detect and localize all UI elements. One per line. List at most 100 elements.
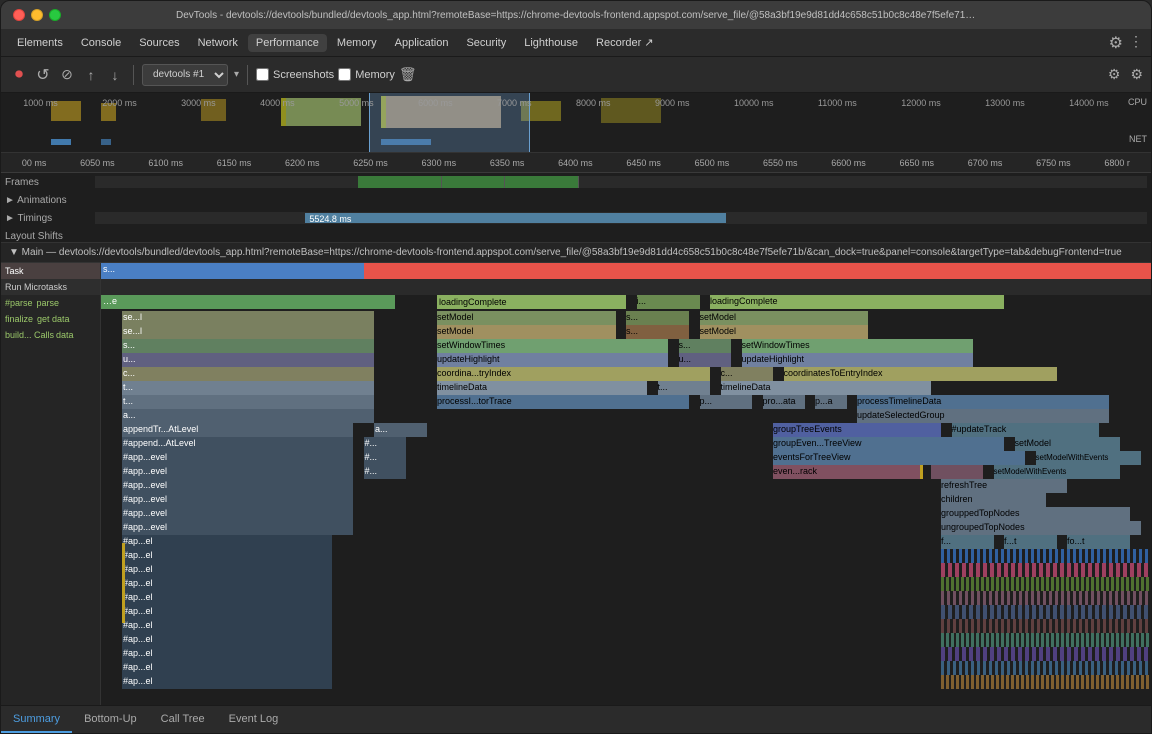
clear-button[interactable]: ⊘: [57, 65, 77, 85]
overview-bar[interactable]: CPU NET 1000 ms 2000 ms 3000 ms 4000 ms …: [1, 93, 1151, 153]
app3-bar[interactable]: #app...evel: [122, 479, 353, 493]
refreshtree-bar[interactable]: refreshTree: [941, 479, 1067, 493]
download-button[interactable]: ↓: [105, 65, 125, 85]
reload-button[interactable]: ↺: [33, 65, 53, 85]
i-bar[interactable]: i...: [637, 295, 700, 309]
loading-complete-bar[interactable]: loadingComplete: [437, 295, 626, 309]
record-button[interactable]: ⏺: [9, 65, 29, 85]
ap-el-1[interactable]: #ap...el: [122, 535, 332, 549]
app4-bar[interactable]: #app...evel: [122, 493, 353, 507]
yellow-bar[interactable]: [931, 465, 984, 479]
setmodelwith1[interactable]: setModelWithEvents: [1036, 451, 1141, 465]
setmodel-label-3[interactable]: setModel: [437, 325, 616, 339]
setmodel-label-4[interactable]: setModel: [700, 325, 868, 339]
setmodel-2[interactable]: se...l: [122, 325, 374, 339]
settings-icon[interactable]: ⚙: [1109, 33, 1123, 53]
setmodel-1[interactable]: se...l: [122, 311, 374, 325]
process-label-1[interactable]: processI...torTrace: [437, 395, 689, 409]
p-bar[interactable]: p...: [700, 395, 753, 409]
flame-chart[interactable]: Task Run Microtasks #parse parse finaliz…: [1, 263, 1151, 705]
process-1[interactable]: t...: [122, 395, 374, 409]
menu-console[interactable]: Console: [73, 34, 129, 52]
memory-checkbox[interactable]: [338, 68, 351, 81]
coordina-label-1[interactable]: coordina...tryIndex: [437, 367, 710, 381]
fo-bar-2[interactable]: f...t: [1004, 535, 1057, 549]
a-bar-2[interactable]: a...: [374, 423, 427, 437]
updatehighlight-label-1[interactable]: updateHighlight: [437, 353, 668, 367]
fo-bar-1[interactable]: f...: [941, 535, 994, 549]
menu-security[interactable]: Security: [458, 34, 514, 52]
hash3-bar[interactable]: #...: [364, 465, 406, 479]
menu-application[interactable]: Application: [387, 34, 457, 52]
s-bar-3[interactable]: s...: [679, 339, 732, 353]
children-bar[interactable]: children: [941, 493, 1046, 507]
app2-bar[interactable]: #app...evel: [122, 465, 353, 479]
setmodel3-bar[interactable]: setModel: [1015, 437, 1120, 451]
pro-bar[interactable]: pro...ata: [763, 395, 805, 409]
ap-el-4[interactable]: #ap...el: [122, 577, 332, 591]
fo-bar-3[interactable]: fo...t: [1067, 535, 1130, 549]
c-bar[interactable]: c...: [721, 367, 774, 381]
app1-bar[interactable]: #app...evel: [122, 451, 353, 465]
hash2-bar[interactable]: #...: [364, 451, 406, 465]
tab-bottom-up[interactable]: Bottom-Up: [72, 706, 149, 733]
device-selector[interactable]: devtools #1: [142, 64, 228, 86]
loading-bar[interactable]: s...: [101, 263, 364, 279]
ungrouped-bar[interactable]: ungroupedTopNodes: [941, 521, 1141, 535]
coordina-label-2[interactable]: coordinatesToEntryIndex: [784, 367, 1057, 381]
app5-bar[interactable]: #app...evel: [122, 507, 353, 521]
gear-icon[interactable]: ⚙: [1108, 66, 1121, 83]
menu-elements[interactable]: Elements: [9, 34, 71, 52]
menu-recorder[interactable]: Recorder ↗: [588, 33, 662, 52]
updatehighlight-label-2[interactable]: updateHighlight: [742, 353, 973, 367]
updatehighlight-1[interactable]: u...: [122, 353, 374, 367]
setwindowtimes-label-1[interactable]: setWindowTimes: [437, 339, 668, 353]
coordina-1[interactable]: c...: [122, 367, 374, 381]
setmodelwith2[interactable]: setModelWithEvents: [994, 465, 1120, 479]
minimize-button[interactable]: [31, 9, 43, 21]
maximize-button[interactable]: [49, 9, 61, 21]
process-label-2[interactable]: processTimelineData: [857, 395, 1109, 409]
ap-el-9[interactable]: #ap...el: [122, 647, 332, 661]
append-bar[interactable]: #append...AtLevel: [122, 437, 353, 451]
trash-icon[interactable]: 🗑: [399, 66, 417, 83]
tab-summary[interactable]: Summary: [1, 706, 72, 733]
menu-memory[interactable]: Memory: [329, 34, 385, 52]
timeline-label-2[interactable]: timelineData: [721, 381, 931, 395]
timeline-label-1[interactable]: timelineData: [437, 381, 647, 395]
settings2-icon[interactable]: ⚙: [1130, 66, 1143, 83]
hash-bar[interactable]: #...: [364, 437, 406, 451]
menu-sources[interactable]: Sources: [131, 34, 187, 52]
setwindowtimes-1[interactable]: s...: [122, 339, 374, 353]
timeline-1[interactable]: t...: [122, 381, 374, 395]
setwindowtimes-label-2[interactable]: setWindowTimes: [742, 339, 973, 353]
app6-bar[interactable]: #app...evel: [122, 521, 353, 535]
u-bar[interactable]: u...: [679, 353, 732, 367]
menu-network[interactable]: Network: [190, 34, 246, 52]
setmodel-label-2[interactable]: setModel: [700, 311, 868, 325]
groupeven-bar[interactable]: groupEven...TreeView: [773, 437, 1004, 451]
grouptree-bar[interactable]: groupTreeEvents: [773, 423, 941, 437]
ap-el-7[interactable]: #ap...el: [122, 619, 332, 633]
ap-el-5[interactable]: #ap...el: [122, 591, 332, 605]
screenshots-checkbox[interactable]: [256, 68, 269, 81]
ap-el-6[interactable]: #ap...el: [122, 605, 332, 619]
menu-performance[interactable]: Performance: [248, 34, 327, 52]
setmodel-label-1[interactable]: setModel: [437, 311, 616, 325]
menu-lighthouse[interactable]: Lighthouse: [516, 34, 586, 52]
a-bar-1[interactable]: a...: [122, 409, 374, 423]
upload-button[interactable]: ↑: [81, 65, 101, 85]
s-bar-1[interactable]: s...: [626, 311, 689, 325]
grouped-bar[interactable]: grouppedTopNodes: [941, 507, 1130, 521]
s-bar-2[interactable]: s...: [626, 325, 689, 339]
ap-el-3[interactable]: #ap...el: [122, 563, 332, 577]
ap-el-2[interactable]: #ap...el: [122, 549, 332, 563]
close-button[interactable]: [13, 9, 25, 21]
ap-el-8[interactable]: #ap...el: [122, 633, 332, 647]
more-icon[interactable]: ⋮: [1129, 33, 1143, 53]
loading-complete2-bar[interactable]: loadingComplete: [710, 295, 1004, 309]
tab-event-log[interactable]: Event Log: [217, 706, 291, 733]
t-bar[interactable]: t...: [658, 381, 711, 395]
events-treeview[interactable]: eventsForTreeView: [773, 451, 1025, 465]
updatetrack-bar[interactable]: #updateTrack: [952, 423, 1099, 437]
